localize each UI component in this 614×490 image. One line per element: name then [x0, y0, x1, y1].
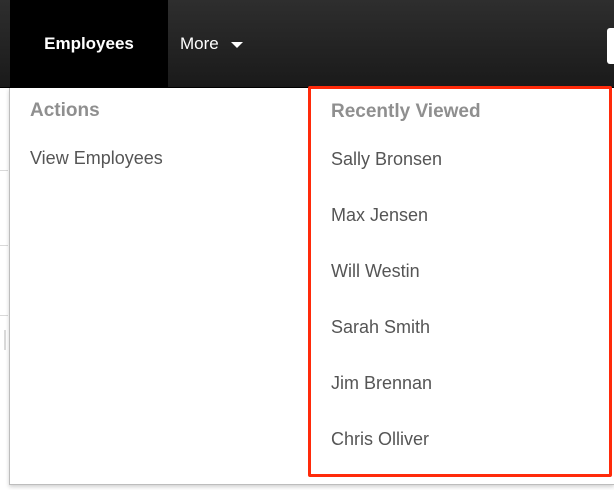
background-divider	[0, 170, 8, 171]
top-navigation-bar: Employees More	[0, 0, 614, 88]
recently-viewed-heading: Recently Viewed	[331, 101, 481, 122]
more-menu-label: More	[180, 34, 219, 53]
partial-search-field[interactable]	[607, 28, 614, 64]
recently-viewed-list: Sally Bronsen Max Jensen Will Westin Sar…	[331, 149, 442, 485]
recent-item-jim-brennan[interactable]: Jim Brennan	[331, 373, 442, 429]
background-mark	[4, 330, 6, 350]
caret-down-icon	[230, 42, 243, 48]
recent-item-sally-bronsen[interactable]: Sally Bronsen	[331, 149, 442, 205]
background-divider	[0, 245, 8, 246]
recent-item-chris-olliver[interactable]: Chris Olliver	[331, 429, 442, 485]
tab-employees[interactable]: Employees	[10, 0, 168, 88]
recent-item-sarah-smith[interactable]: Sarah Smith	[331, 317, 442, 373]
actions-heading: Actions	[30, 100, 100, 121]
view-employees-link[interactable]: View Employees	[30, 148, 163, 169]
more-menu-button[interactable]: More	[180, 0, 243, 88]
more-dropdown-menu: Actions View Employees Recently Viewed S…	[9, 86, 614, 485]
recent-item-max-jensen[interactable]: Max Jensen	[331, 205, 442, 261]
tab-employees-label: Employees	[44, 34, 134, 53]
background-divider	[0, 315, 8, 316]
recently-viewed-highlight: Recently Viewed Sally Bronsen Max Jensen…	[308, 86, 612, 477]
recent-item-will-westin[interactable]: Will Westin	[331, 261, 442, 317]
